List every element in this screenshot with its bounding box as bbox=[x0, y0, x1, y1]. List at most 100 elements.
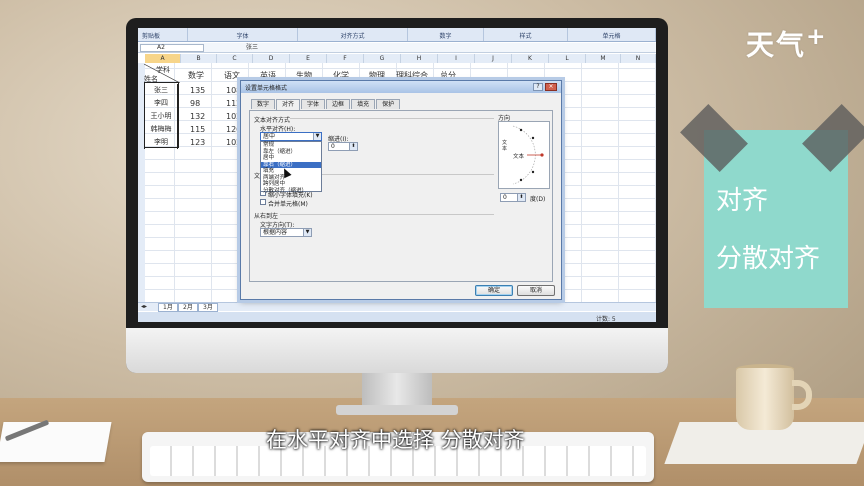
name-box[interactable]: A2 bbox=[140, 44, 204, 52]
sheet-nav-arrows-icon[interactable]: ◂▸ bbox=[141, 303, 147, 310]
coffee-mug bbox=[736, 368, 794, 430]
cancel-button[interactable]: 取消 bbox=[517, 285, 555, 296]
horizontal-align-value: 居中 bbox=[263, 133, 276, 140]
video-subtitle: 在水平对齐中选择 分散对齐 bbox=[266, 428, 525, 452]
header-math[interactable]: 数学 bbox=[188, 70, 204, 81]
name-cell[interactable]: 张三 bbox=[144, 84, 178, 97]
math-score[interactable]: 123 bbox=[190, 138, 205, 147]
sheet-tab-jan[interactable]: 1月 bbox=[158, 303, 178, 312]
tab-number[interactable]: 数字 bbox=[251, 99, 276, 109]
format-cells-dialog: 设置单元格格式 ? × 数字 对齐 字体 边框 填充 保护 文本对齐方式 水平对… bbox=[240, 80, 562, 300]
math-score[interactable]: 135 bbox=[190, 86, 205, 95]
chinese-score[interactable]: 126 bbox=[226, 125, 241, 134]
notepad bbox=[0, 422, 112, 462]
section-right-to-left: 从右到左 bbox=[254, 213, 279, 220]
dialog-title-text: 设置单元格格式 bbox=[245, 85, 288, 92]
tab-border[interactable]: 边框 bbox=[326, 99, 351, 109]
dialog-title: 设置单元格格式 ? × bbox=[241, 81, 561, 93]
indent-value: 0 bbox=[331, 143, 335, 150]
text-direction-value: 根据内容 bbox=[263, 229, 288, 236]
column-header-c[interactable]: C bbox=[217, 54, 253, 63]
degree-label: 度(D) bbox=[530, 196, 546, 203]
section-text-alignment: 文本对齐方式 bbox=[254, 117, 291, 124]
column-header-j[interactable]: J bbox=[475, 54, 512, 63]
horizontal-align-select[interactable]: 居中 ▼ bbox=[260, 132, 322, 141]
spinner-arrows-icon[interactable]: ⬍ bbox=[517, 194, 525, 201]
brand-logo: 天气+ bbox=[746, 22, 828, 63]
merge-cells-label: 合并单元格(M) bbox=[268, 201, 308, 208]
column-header-g[interactable]: G bbox=[364, 54, 401, 63]
column-header-a[interactable]: A bbox=[145, 54, 181, 63]
close-button[interactable]: × bbox=[545, 83, 557, 91]
merge-cells-checkbox[interactable] bbox=[260, 199, 266, 205]
degree-value: 0 bbox=[503, 194, 507, 201]
orientation-text-sample: 文本 bbox=[513, 154, 525, 160]
column-header-d[interactable]: D bbox=[253, 54, 290, 63]
header-chinese[interactable]: 语文 bbox=[224, 70, 240, 81]
tab-protection[interactable]: 保护 bbox=[376, 99, 401, 109]
column-header-h[interactable]: H bbox=[401, 54, 438, 63]
monitor-stand bbox=[362, 373, 432, 409]
ribbon-group-alignment[interactable]: 对齐方式 bbox=[298, 28, 408, 41]
monitor-chin bbox=[126, 328, 668, 373]
status-bar: 计数: 5 bbox=[138, 312, 656, 322]
chinese-score[interactable]: 102 bbox=[226, 138, 241, 147]
ok-button[interactable]: 确定 bbox=[475, 285, 513, 296]
math-score[interactable]: 132 bbox=[190, 112, 205, 121]
corner-subject-label: 学科 bbox=[156, 66, 170, 74]
orientation-control[interactable]: 文本 文本 bbox=[498, 121, 550, 189]
ribbon-group-number[interactable]: 数字 bbox=[408, 28, 484, 41]
indent-spinner[interactable]: 0 ⬍ bbox=[328, 142, 358, 151]
column-header-m[interactable]: M bbox=[586, 54, 621, 63]
logo-plus: + bbox=[806, 22, 828, 50]
column-header-i[interactable]: I bbox=[438, 54, 475, 63]
chevron-down-icon[interactable]: ▼ bbox=[303, 229, 311, 236]
ribbon-group-cells[interactable]: 单元格 bbox=[568, 28, 656, 41]
sheet-tab-mar[interactable]: 3月 bbox=[198, 303, 218, 312]
chinese-score[interactable]: 102 bbox=[226, 112, 241, 121]
status-count: 计数: 5 bbox=[596, 316, 616, 322]
logo-text: 天气 bbox=[746, 28, 807, 62]
dial-tick bbox=[519, 128, 523, 132]
note-subtitle: 分散对齐 bbox=[716, 244, 821, 274]
ribbon-group-styles[interactable]: 样式 bbox=[484, 28, 568, 41]
dropdown-option-distributed[interactable]: 分散对齐（缩进） bbox=[261, 188, 321, 195]
horizontal-align-dropdown: 常规 靠左（缩进） 居中 靠右（缩进） 填充 两端对齐 跨列居中 分散对齐（缩进… bbox=[260, 141, 322, 195]
column-header-e[interactable]: E bbox=[290, 54, 327, 63]
vertical-text-sample[interactable]: 文本 bbox=[502, 140, 508, 152]
formula-input[interactable]: 张三 bbox=[246, 44, 546, 52]
spinner-arrows-icon[interactable]: ⬍ bbox=[349, 143, 357, 150]
name-cell[interactable]: 李四 bbox=[144, 97, 178, 110]
degree-spinner[interactable]: 0 ⬍ bbox=[500, 193, 526, 202]
column-header-n[interactable]: N bbox=[621, 54, 656, 63]
name-cell[interactable]: 韩梅梅 bbox=[144, 123, 178, 136]
ribbon-group-clipboard[interactable]: 剪贴板 bbox=[138, 28, 188, 41]
tab-fill[interactable]: 填充 bbox=[351, 99, 376, 109]
help-button[interactable]: ? bbox=[533, 83, 543, 91]
ribbon: 剪贴板 字体 对齐方式 数字 样式 单元格 bbox=[138, 28, 656, 42]
text-direction-select[interactable]: 根据内容 ▼ bbox=[260, 228, 312, 237]
column-header-b[interactable]: B bbox=[181, 54, 217, 63]
dial-handle[interactable] bbox=[540, 153, 544, 157]
sheet-tab-bar: ◂▸ 1月 2月 3月 bbox=[138, 302, 656, 312]
dial-tick bbox=[531, 170, 535, 174]
chinese-score[interactable]: 108 bbox=[226, 86, 241, 95]
chevron-down-icon[interactable]: ▼ bbox=[313, 133, 321, 140]
math-score[interactable]: 98 bbox=[190, 99, 200, 108]
name-cell[interactable]: 王小明 bbox=[144, 110, 178, 123]
dial-tick bbox=[531, 136, 535, 140]
section-divider bbox=[290, 118, 494, 119]
formula-bar: A2 张三 bbox=[138, 43, 656, 53]
column-header-f[interactable]: F bbox=[327, 54, 364, 63]
name-cell[interactable]: 李明 bbox=[144, 136, 178, 149]
alignment-panel: 文本对齐方式 水平对齐(H): 居中 ▼ 缩进(I): 0 ⬍ 文本控制 缩小字… bbox=[249, 110, 553, 282]
section-divider bbox=[280, 214, 494, 215]
sheet-tab-feb[interactable]: 2月 bbox=[178, 303, 198, 312]
column-header-k[interactable]: K bbox=[512, 54, 549, 63]
tab-font[interactable]: 字体 bbox=[301, 99, 326, 109]
ribbon-group-font[interactable]: 字体 bbox=[188, 28, 298, 41]
monitor-stand-base bbox=[336, 405, 458, 415]
math-score[interactable]: 115 bbox=[190, 125, 205, 134]
chinese-score[interactable]: 112 bbox=[226, 99, 241, 108]
column-header-l[interactable]: L bbox=[549, 54, 586, 63]
